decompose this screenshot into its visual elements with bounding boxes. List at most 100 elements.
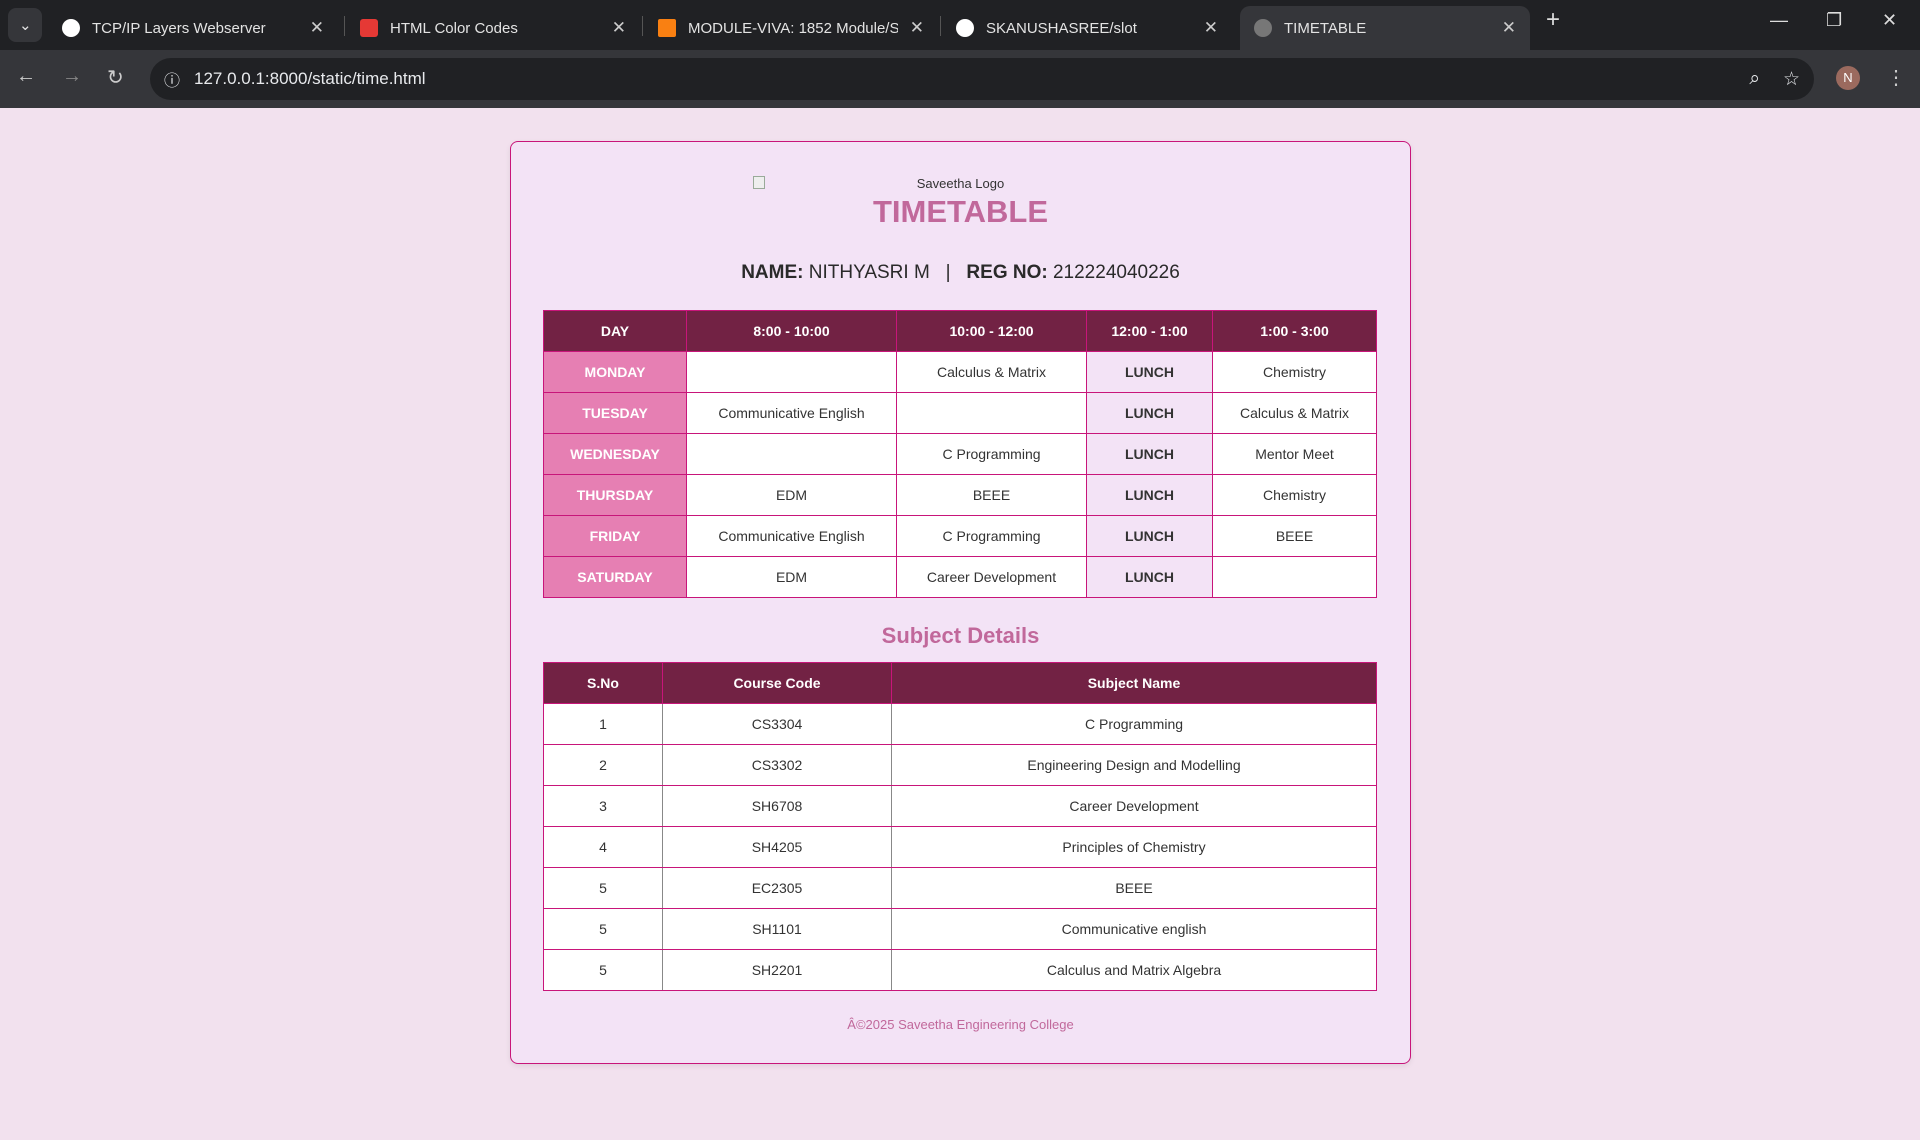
subject-row: 5 EC2305 BEEE <box>543 867 1377 909</box>
timetable-row: THURSDAY EDM BEEE LUNCH Chemistry <box>543 474 1377 516</box>
subject-details-heading: Subject Details <box>881 623 1040 648</box>
bookmark-star-icon[interactable]: ☆ <box>1783 68 1800 91</box>
tab-3[interactable]: SKANUSHASREE/slot ✕ <box>942 6 1232 50</box>
timetable-cell: Communicative English <box>686 392 897 434</box>
footer: Â©2025 Saveetha Engineering College <box>847 1017 1074 1032</box>
profile-avatar[interactable]: N <box>1836 66 1860 90</box>
timetable-header-cell: 12:00 - 1:00 <box>1086 310 1213 352</box>
timetable-cell: Chemistry <box>1212 474 1377 516</box>
moodle-icon <box>658 19 676 37</box>
subject-cell: Principles of Chemistry <box>891 826 1377 868</box>
tab-0[interactable]: TCP/IP Layers Webserver ✕ <box>48 6 338 50</box>
subject-row: 4 SH4205 Principles of Chemistry <box>543 826 1377 868</box>
timetable-cell: THURSDAY <box>543 474 687 516</box>
timetable-cell: LUNCH <box>1086 392 1213 434</box>
subject-row: 3 SH6708 Career Development <box>543 785 1377 827</box>
timetable-header-cell: 1:00 - 3:00 <box>1212 310 1377 352</box>
timetable-cell: FRIDAY <box>543 515 687 557</box>
subject-cell: BEEE <box>891 867 1377 909</box>
subject-cell: Career Development <box>891 785 1377 827</box>
subject-header-cell: Course Code <box>662 662 892 704</box>
tab-title: HTML Color Codes <box>390 19 518 37</box>
timetable-row: TUESDAY Communicative English LUNCH Calculu… <box>543 392 1377 434</box>
timetable-row: MONDAY Calculus & Matrix LUNCH Chemistry <box>543 351 1377 393</box>
globe-icon <box>1254 19 1272 37</box>
reg-number: 212224040226 <box>1052 262 1180 283</box>
timetable-header-cell: DAY <box>543 310 687 352</box>
timetable-row: SATURDAY EDM Career Development LUNCH <box>543 556 1377 598</box>
timetable-header-cell: 10:00 - 12:00 <box>896 310 1087 352</box>
subject-cell: 5 <box>543 949 663 991</box>
timetable-cell: LUNCH <box>1086 351 1213 393</box>
timetable-cell: Mentor Meet <box>1212 433 1377 475</box>
site-info-icon[interactable]: ⓘ <box>164 67 180 91</box>
subject-cell: CS3302 <box>662 744 892 786</box>
tab-1[interactable]: HTML Color Codes ✕ <box>346 6 640 50</box>
subject-cell: SH6708 <box>662 785 892 827</box>
subject-cell: EC2305 <box>662 867 892 909</box>
timetable-card: Saveetha Logo TIMETABLE NAME: NITHYASRI … <box>510 141 1411 1064</box>
timetable-table: DAY 8:00 - 10:00 10:00 - 12:00 12:00 - 1:00… <box>543 310 1377 598</box>
back-button[interactable]: ← <box>16 65 36 88</box>
subject-cell: Calculus and Matrix Algebra <box>891 949 1377 991</box>
timetable-cell <box>896 392 1087 434</box>
close-icon[interactable]: ✕ <box>1502 18 1516 38</box>
github-icon <box>956 19 974 37</box>
subject-cell: 4 <box>543 826 663 868</box>
subject-cell: CS3304 <box>662 703 892 745</box>
close-icon[interactable]: ✕ <box>910 18 924 38</box>
tab-title: TCP/IP Layers Webserver <box>92 19 266 37</box>
timetable-cell: MONDAY <box>543 351 687 393</box>
html-color-codes-icon <box>360 19 378 37</box>
tab-title: MODULE-VIVA: 1852 Module/S <box>688 19 898 37</box>
subject-cell: SH1101 <box>662 908 892 950</box>
subject-row: 5 SH1101 Communicative english <box>543 908 1377 950</box>
timetable-cell: C Programming <box>896 515 1087 557</box>
subject-header-cell: Subject Name <box>891 662 1377 704</box>
restore-button[interactable]: ❐ <box>1826 10 1842 31</box>
subject-cell: 2 <box>543 744 663 786</box>
name-label: NAME: <box>741 262 804 283</box>
subject-cell: SH2201 <box>662 949 892 991</box>
timetable-cell: Chemistry <box>1212 351 1377 393</box>
address-bar[interactable]: ⓘ 127.0.0.1:8000/static/time.html ⌕ ☆ <box>150 58 1814 100</box>
logo-alt-text: Saveetha Logo <box>916 176 1005 191</box>
timetable-cell: Communicative English <box>686 515 897 557</box>
timetable-row: FRIDAY Communicative English C Programming… <box>543 515 1377 557</box>
subject-cell: 5 <box>543 867 663 909</box>
timetable-cell: EDM <box>686 556 897 598</box>
timetable-cell: Calculus & Matrix <box>1212 392 1377 434</box>
tab-2[interactable]: MODULE-VIVA: 1852 Module/S ✕ <box>644 6 938 50</box>
timetable-cell: LUNCH <box>1086 433 1213 475</box>
timetable-cell <box>1212 556 1377 598</box>
url-text[interactable]: 127.0.0.1:8000/static/time.html <box>194 69 426 89</box>
subject-row: 1 CS3304 C Programming <box>543 703 1377 745</box>
menu-kebab-icon[interactable]: ⋮ <box>1886 65 1906 90</box>
zoom-icon[interactable]: ⌕ <box>1749 68 1760 90</box>
new-tab-button[interactable]: + <box>1546 6 1560 34</box>
subject-cell: C Programming <box>891 703 1377 745</box>
timetable-cell: LUNCH <box>1086 556 1213 598</box>
subject-cell: 5 <box>543 908 663 950</box>
forward-button[interactable]: → <box>62 65 82 88</box>
tab-search-button[interactable]: ⌄ <box>8 8 42 42</box>
close-icon[interactable]: ✕ <box>1204 18 1218 38</box>
timetable-cell: EDM <box>686 474 897 516</box>
reg-label: REG NO: <box>966 262 1048 283</box>
close-icon[interactable]: ✕ <box>310 18 324 38</box>
minimize-button[interactable]: — <box>1770 10 1788 31</box>
subject-row: 5 SH2201 Calculus and Matrix Algebra <box>543 949 1377 991</box>
timetable-cell: SATURDAY <box>543 556 687 598</box>
tab-4-active[interactable]: TIMETABLE ✕ <box>1240 6 1530 50</box>
close-window-button[interactable]: ✕ <box>1882 10 1897 31</box>
separator: | <box>945 262 951 283</box>
subject-cell: Communicative english <box>891 908 1377 950</box>
timetable-cell: LUNCH <box>1086 474 1213 516</box>
timetable-cell <box>686 433 897 475</box>
timetable-cell: WEDNESDAY <box>543 433 687 475</box>
page-title: TIMETABLE <box>872 194 1049 229</box>
reload-button[interactable]: ↻ <box>107 65 124 90</box>
subject-cell: 1 <box>543 703 663 745</box>
close-icon[interactable]: ✕ <box>612 18 626 38</box>
subject-row: 2 CS3302 Engineering Design and Modelling <box>543 744 1377 786</box>
